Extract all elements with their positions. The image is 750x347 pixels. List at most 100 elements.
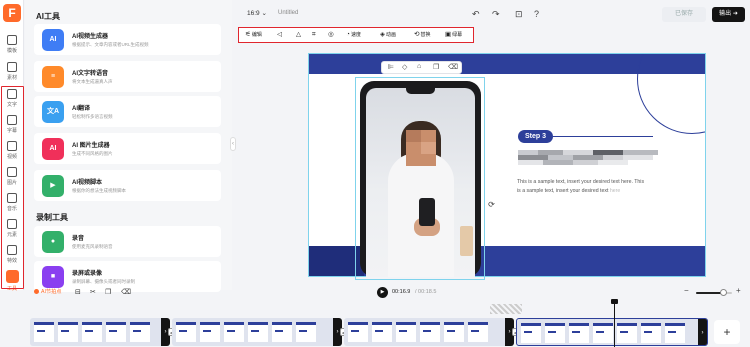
layers-icon[interactable]: ◇ [402,63,407,71]
clip-thumbnail [617,323,637,343]
green-screen-label: 绿幕 [452,32,463,38]
aspect-ratio-value: 16:9 [247,10,260,17]
tool-name: AI视频生成器 [72,34,109,40]
phone-mockup[interactable] [360,81,481,277]
scissors-icon[interactable]: ✂ [90,288,96,296]
speed-label: 速度 [350,32,361,38]
add-clip-button[interactable]: + [714,320,740,344]
split-icon[interactable]: ⊟ [75,288,81,296]
app-logo[interactable]: F [3,4,21,22]
copy-icon[interactable]: ❐ [105,288,111,296]
phone-notch [406,88,435,94]
speed-icon: ◔ [346,31,350,38]
tool-card-ai-image[interactable]: AI AI 图片生成器 生成不同风格的图片 [34,133,221,164]
rail-item-templates[interactable]: 模板 [0,32,24,58]
clip-thumbnail [468,322,488,342]
body-text: This is a sample text, insert your desir… [517,179,645,194]
trash-icon[interactable]: ⌫ [121,288,131,296]
tool-name: AI文字转语音 [72,71,109,77]
duplicate-icon[interactable]: ❐ [433,63,439,71]
timeline-clip-selected[interactable]: › [516,318,708,346]
volume-icon: ◁ [277,31,282,38]
zoom-in-icon[interactable]: + [736,286,741,295]
crop-button[interactable]: ⌗ [312,30,317,40]
tool-card-ai-translate[interactable]: 文A AI翻译 轻松制作多语言视频 [34,96,221,127]
ai-beat-icon [34,288,39,294]
timeline-controls: AI节拍点 ⊟ ✂ ❐ ⌫ ▶ 00:16.9 / 00:18.5 − + ⤢ [25,284,750,302]
replace-label: 替换 [420,32,431,38]
animation-button[interactable]: ◈动画 [380,30,396,40]
saved-button[interactable]: 已保存 [662,7,706,22]
translate-icon: 文A [42,101,64,123]
edit-label: 编辑 [251,32,262,38]
selected-range-marker [490,304,522,314]
clip-thumbnail [545,323,565,343]
tool-desc: 生成不同风格的图片 [72,151,113,156]
zoom-slider-knob[interactable] [719,289,727,296]
clip-thumbnail [176,322,196,342]
clip-handle[interactable]: › [698,319,707,345]
edit-toolbar: ⚟编辑 ◁ △ ⌗ ◎ ◔速度 ◈动画 ⟲替换 ▣绿幕 [238,27,474,43]
zoom-out-icon[interactable]: − [684,286,689,295]
tool-name: AI视频脚本 [72,180,103,186]
folder-icon [7,62,17,72]
clip-thumbnail [106,322,126,342]
rail-item-assets[interactable]: 素材 [0,59,24,85]
tool-desc: 根据你的想法生成视频脚本 [72,188,126,193]
collapse-panel-handle[interactable]: ‹ [230,137,236,151]
clip-thumbnail [444,322,464,342]
zoom-slider-fill [696,292,723,294]
ai-video-icon: AI [42,29,64,51]
clip-thumbnail [665,323,685,343]
timeline-clip[interactable]: › [172,318,342,346]
clip-thumbnail [200,322,220,342]
playhead[interactable] [614,301,615,347]
zoom-slider[interactable] [696,289,732,296]
screenshot-icon[interactable]: ⊡ [515,9,523,19]
clip-thumbnail [130,322,150,342]
clip-thumbnail [420,322,440,342]
align-icon[interactable]: ⊫ [388,63,394,71]
tool-desc: 根据提示、文章内容或者URL生成视频 [72,42,149,47]
timeline-clip[interactable]: › [344,318,514,346]
rotate-handle-icon[interactable]: ⟳ [486,199,497,210]
playhead-handle[interactable] [611,299,618,304]
flip-button[interactable]: △ [296,30,302,40]
slide-body-text[interactable]: This is a sample text, insert your desir… [517,178,647,195]
volume-button[interactable]: ◁ [277,30,283,40]
help-icon[interactable]: ? [534,9,539,19]
redo-icon[interactable]: ↷ [492,9,500,19]
lock-icon[interactable]: ⌂ [417,63,421,70]
play-button[interactable]: ▶ [377,287,388,298]
greenscreen-icon: ▣ [445,31,452,38]
step-underline [553,136,653,137]
tool-card-voice-record[interactable]: ● 录音 使用麦克风录制语音 [34,226,221,257]
speed-button[interactable]: ◔速度 [346,30,361,40]
recording-tools-heading: 录制工具 [36,213,68,222]
replace-icon: ⟲ [414,31,420,38]
export-button[interactable]: 输出 ➜ [712,7,745,22]
tool-card-ai-tts[interactable]: ≡ AI文字转语音 将文本生成逼真人声 [34,61,221,92]
clip-thumbnail [593,323,613,343]
editor-app: F 模板 素材 文字 字幕 视频 图片 音乐 元素 特效 工具 AI工具 录制工… [0,0,750,347]
tool-card-ai-video[interactable]: AI AI视频生成器 根据提示、文章内容或者URL生成视频 [34,24,221,55]
tool-desc: 轻松制作多语言视频 [72,114,113,119]
delete-icon[interactable]: ⌫ [448,63,458,71]
current-time: 00:16.9 [392,289,411,295]
project-title[interactable]: Untitled [278,10,298,16]
timeline-clip[interactable]: › [30,318,170,346]
video-script-icon: ▶ [42,175,64,197]
step-badge[interactable]: Step 3 [518,130,553,143]
animation-icon: ◈ [380,31,385,38]
green-screen-button[interactable]: ▣绿幕 [445,30,462,40]
edit-button[interactable]: ⚟编辑 [245,30,262,40]
mask-button[interactable]: ◎ [328,30,335,40]
ai-beat-button[interactable]: AI节拍点 [34,288,61,295]
undo-icon[interactable]: ↶ [472,9,480,19]
total-time: / 00:18.5 [415,289,437,295]
replace-button[interactable]: ⟲替换 [414,30,430,40]
tool-card-ai-script[interactable]: ▶ AI视频脚本 根据你的想法生成视频脚本 [34,170,221,201]
aspect-ratio-select[interactable]: 16:9 ⌄ [247,9,267,17]
body-text-faded: here [609,187,621,194]
clip-thumbnail [348,322,368,342]
